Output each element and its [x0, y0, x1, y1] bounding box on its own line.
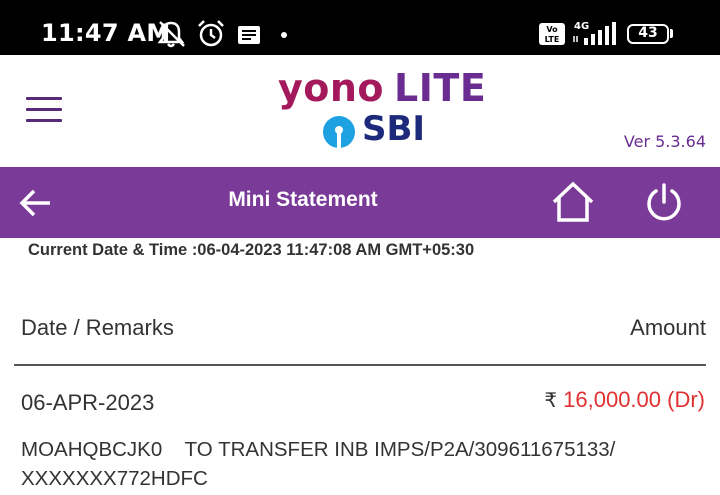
signal-4g-icon: 4G: [573, 21, 616, 45]
header-divider: [14, 364, 706, 366]
power-icon[interactable]: [644, 182, 684, 222]
svg-text:4G: 4G: [574, 21, 589, 32]
battery-cap: [670, 29, 673, 38]
sbi-logo: SBI: [322, 112, 425, 149]
transaction-date: 06-APR-2023: [21, 390, 155, 415]
message-icon: [238, 26, 260, 44]
transaction-amount-value: 16,000.00 (Dr): [563, 387, 705, 412]
svg-text:Vo: Vo: [546, 25, 558, 34]
app-header: yono LITE SBI Ver 5.3.64: [0, 55, 720, 168]
remarks-line-2: XXXXXXX772HDFC: [21, 467, 208, 490]
yono-lite-logo: yono LITE: [278, 66, 487, 110]
sbi-logo-icon: [323, 116, 355, 148]
remarks-line-1: MOAHQBCJK0 TO TRANSFER INB IMPS/P2A/3096…: [21, 438, 616, 461]
menu-icon[interactable]: [26, 97, 62, 125]
svg-text:LTE: LTE: [545, 35, 560, 44]
app-version: Ver 5.3.64: [623, 132, 706, 151]
notification-dot: [281, 32, 287, 38]
rupee-icon: ₹: [544, 390, 558, 412]
status-bar: 11:47 AM Vo LTE 4G 43: [0, 0, 720, 55]
battery-icon: 43: [627, 24, 669, 44]
home-icon[interactable]: [551, 181, 595, 223]
bell-muted-icon: [157, 21, 185, 48]
status-time: 11:47 AM: [41, 19, 171, 47]
transaction-amount: ₹16,000.00 (Dr): [544, 387, 705, 413]
column-header-amount: Amount: [630, 315, 706, 340]
column-header-date: Date / Remarks: [21, 315, 174, 340]
current-datetime: Current Date & Time :06-04-2023 11:47:08…: [28, 241, 475, 259]
title-toolbar: Mini Statement: [0, 167, 720, 238]
volte-icon: Vo LTE: [539, 23, 565, 45]
transaction-remarks: MOAHQBCJK0 TO TRANSFER INB IMPS/P2A/3096…: [21, 435, 711, 493]
page-title: Mini Statement: [228, 188, 378, 211]
alarm-icon: [198, 20, 224, 47]
